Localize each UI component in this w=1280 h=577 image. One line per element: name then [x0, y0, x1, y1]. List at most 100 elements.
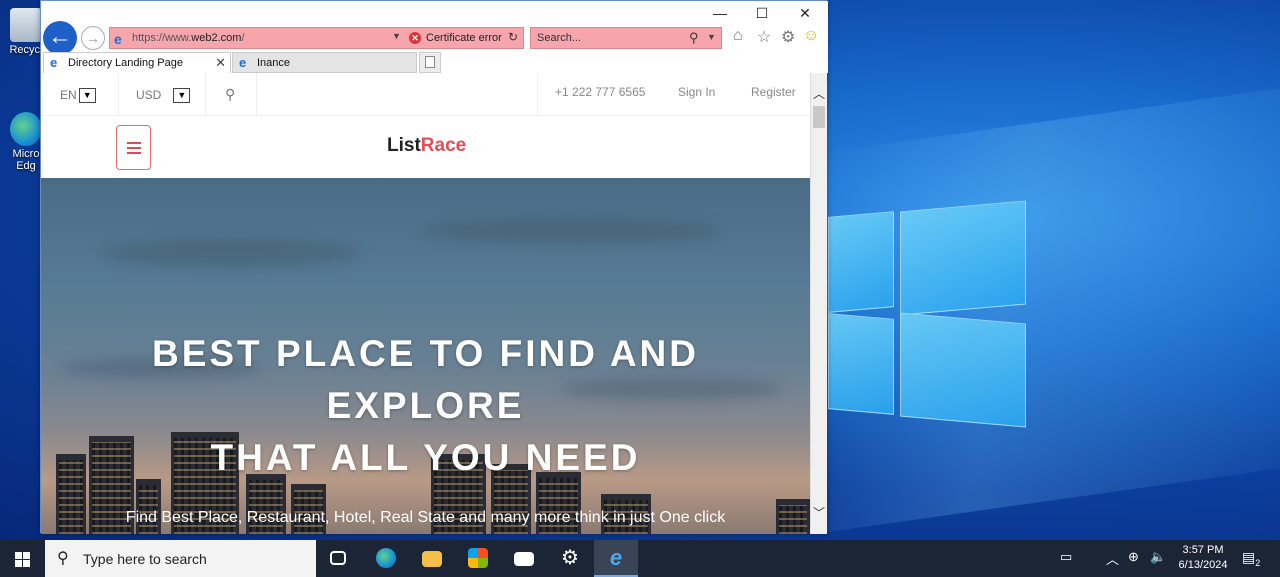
taskbar-search-placeholder: Type here to search	[83, 551, 207, 567]
notification-center-icon[interactable]: ▤2	[1242, 549, 1260, 568]
ie-tab-icon: e	[50, 55, 58, 70]
forward-button[interactable]: →	[81, 26, 105, 50]
recycle-bin-icon	[10, 8, 42, 42]
hamburger-menu-button[interactable]	[116, 125, 151, 170]
site-header: ListRace	[41, 116, 810, 178]
search-dropdown-icon[interactable]: ▼	[707, 32, 716, 42]
maximize-button[interactable]: ☐	[747, 5, 777, 22]
cert-error-label[interactable]: Certificate error	[426, 32, 502, 44]
scroll-thumb[interactable]	[813, 106, 825, 128]
url-prefix: https://www.	[132, 32, 192, 44]
edge-icon	[10, 112, 42, 146]
search-box[interactable]: Search... ⚲ ▼	[530, 27, 722, 49]
register-link[interactable]: Register	[751, 85, 796, 99]
tab-directory-landing-page[interactable]: e Directory Landing Page ✕	[43, 52, 231, 73]
back-arrow-icon: ←	[48, 23, 72, 50]
settings-button[interactable]: ⚙	[548, 540, 592, 577]
chevron-up-icon[interactable]: ︿	[1106, 549, 1119, 568]
url-suffix: /	[241, 32, 245, 44]
folder-icon	[422, 551, 442, 567]
start-button[interactable]	[0, 540, 45, 577]
system-clock[interactable]: 3:57 PM 6/13/2024	[1168, 543, 1238, 573]
mail-icon	[514, 552, 534, 566]
logo-race: Race	[420, 135, 467, 156]
back-button[interactable]: ←	[43, 21, 77, 55]
browser-toolbar: — ☐ ✕ ← → e https://www.web2.com/ ▼ ✕ Ce…	[41, 1, 828, 73]
page-search-icon[interactable]: ⚲	[225, 86, 235, 103]
notification-count: 2	[1255, 557, 1261, 568]
browser-window: — ☐ ✕ ← → e https://www.web2.com/ ▼ ✕ Ce…	[40, 0, 828, 534]
hero-title: BEST PLACE TO FIND AND EXPLORE THAT ALL …	[41, 328, 810, 484]
language-value: EN	[60, 88, 77, 102]
edge-icon	[376, 548, 396, 568]
address-url[interactable]: https://www.web2.com/	[132, 32, 245, 44]
logo-list: List	[387, 135, 421, 156]
store-icon	[468, 548, 488, 568]
search-icon[interactable]: ⚲	[689, 30, 699, 46]
url-domain: web2.com	[191, 32, 242, 44]
address-dropdown-icon[interactable]: ▼	[392, 31, 401, 41]
taskbar: ⚲ Type here to search ⚙ e ▭ ︿ ⊕ 🔈 3:57 P…	[0, 540, 1280, 577]
store-button[interactable]	[456, 540, 500, 577]
gear-icon: ⚙	[561, 547, 579, 569]
home-icon[interactable]: ⌂	[733, 27, 743, 45]
hero-subtitle: Find Best Place, Restaurant, Hotel, Real…	[125, 509, 726, 526]
cloud	[101, 238, 361, 268]
currency-select[interactable]: USD ▼	[136, 88, 191, 104]
cert-error-icon[interactable]: ✕	[409, 32, 421, 44]
search-icon: ⚲	[57, 550, 69, 567]
page-topbar: EN ▼ USD ▼ ⚲ +1 222 777 6565 Sign In Regi…	[41, 73, 810, 116]
clock-date: 6/13/2024	[1178, 559, 1228, 571]
new-tab-icon	[425, 56, 435, 68]
language-select[interactable]: EN ▼	[60, 88, 96, 104]
site-logo[interactable]: ListRace	[387, 135, 466, 157]
favorites-star-icon[interactable]: ☆	[757, 27, 771, 47]
edge-taskbar-button[interactable]	[364, 540, 408, 577]
smiley-feedback-icon[interactable]: ☺	[803, 27, 819, 45]
address-bar[interactable]: e https://www.web2.com/ ▼ ✕ Certificate …	[109, 27, 524, 49]
mail-button[interactable]	[502, 540, 546, 577]
taskbar-search-box[interactable]: ⚲ Type here to search	[45, 540, 316, 577]
chevron-down-icon: ▼	[78, 88, 96, 104]
volume-icon[interactable]: 🔈	[1150, 549, 1166, 565]
ie-taskbar-button[interactable]: e	[594, 540, 638, 577]
hero-title-line-1: BEST PLACE TO FIND AND	[151, 333, 700, 374]
keyboard-icon[interactable]: ▭	[1060, 549, 1072, 565]
page-viewport: EN ▼ USD ▼ ⚲ +1 222 777 6565 Sign In Regi…	[41, 73, 810, 534]
clock-time: 3:57 PM	[1182, 544, 1224, 556]
topbar-divider	[537, 73, 538, 116]
hero-banner: BEST PLACE TO FIND AND EXPLORE THAT ALL …	[41, 178, 810, 534]
language-cell: EN ▼	[41, 73, 119, 116]
scroll-up-icon[interactable]: ︿	[813, 85, 825, 102]
close-button[interactable]: ✕	[790, 5, 820, 22]
chevron-down-icon: ▼	[173, 88, 191, 104]
ie-page-icon: e	[114, 31, 122, 47]
forward-arrow-icon: →	[86, 30, 100, 46]
tab-label: Inance	[257, 57, 291, 69]
task-view-button[interactable]	[316, 540, 360, 577]
currency-value: USD	[136, 88, 162, 102]
network-globe-icon[interactable]: ⊕	[1128, 549, 1139, 565]
close-tab-icon[interactable]: ✕	[215, 55, 226, 71]
search-placeholder: Search...	[537, 32, 582, 44]
cloud	[421, 218, 721, 244]
currency-cell: USD ▼	[119, 73, 206, 116]
new-tab-button[interactable]	[419, 52, 441, 73]
sign-in-link[interactable]: Sign In	[678, 85, 715, 99]
phone-number[interactable]: +1 222 777 6565	[555, 85, 645, 99]
hero-title-line-2: EXPLORE	[326, 385, 525, 426]
tab-inance[interactable]: e Inance	[232, 52, 417, 73]
task-view-icon	[330, 551, 346, 565]
tab-strip: e Directory Landing Page ✕ e Inance	[41, 51, 828, 73]
scroll-down-icon[interactable]: ﹀	[813, 504, 825, 521]
refresh-icon[interactable]: ↻	[508, 30, 518, 44]
vertical-scrollbar[interactable]: ︿ ﹀	[810, 73, 827, 534]
minimize-button[interactable]: —	[705, 5, 735, 21]
tab-label: Directory Landing Page	[68, 57, 183, 69]
ie-icon: e	[609, 545, 623, 570]
search-cell: ⚲	[206, 73, 257, 116]
settings-gear-icon[interactable]: ⚙	[781, 27, 795, 47]
hero-title-line-3: THAT ALL YOU NEED	[210, 437, 641, 478]
ie-tab-icon: e	[239, 55, 247, 70]
file-explorer-button[interactable]	[410, 540, 454, 577]
